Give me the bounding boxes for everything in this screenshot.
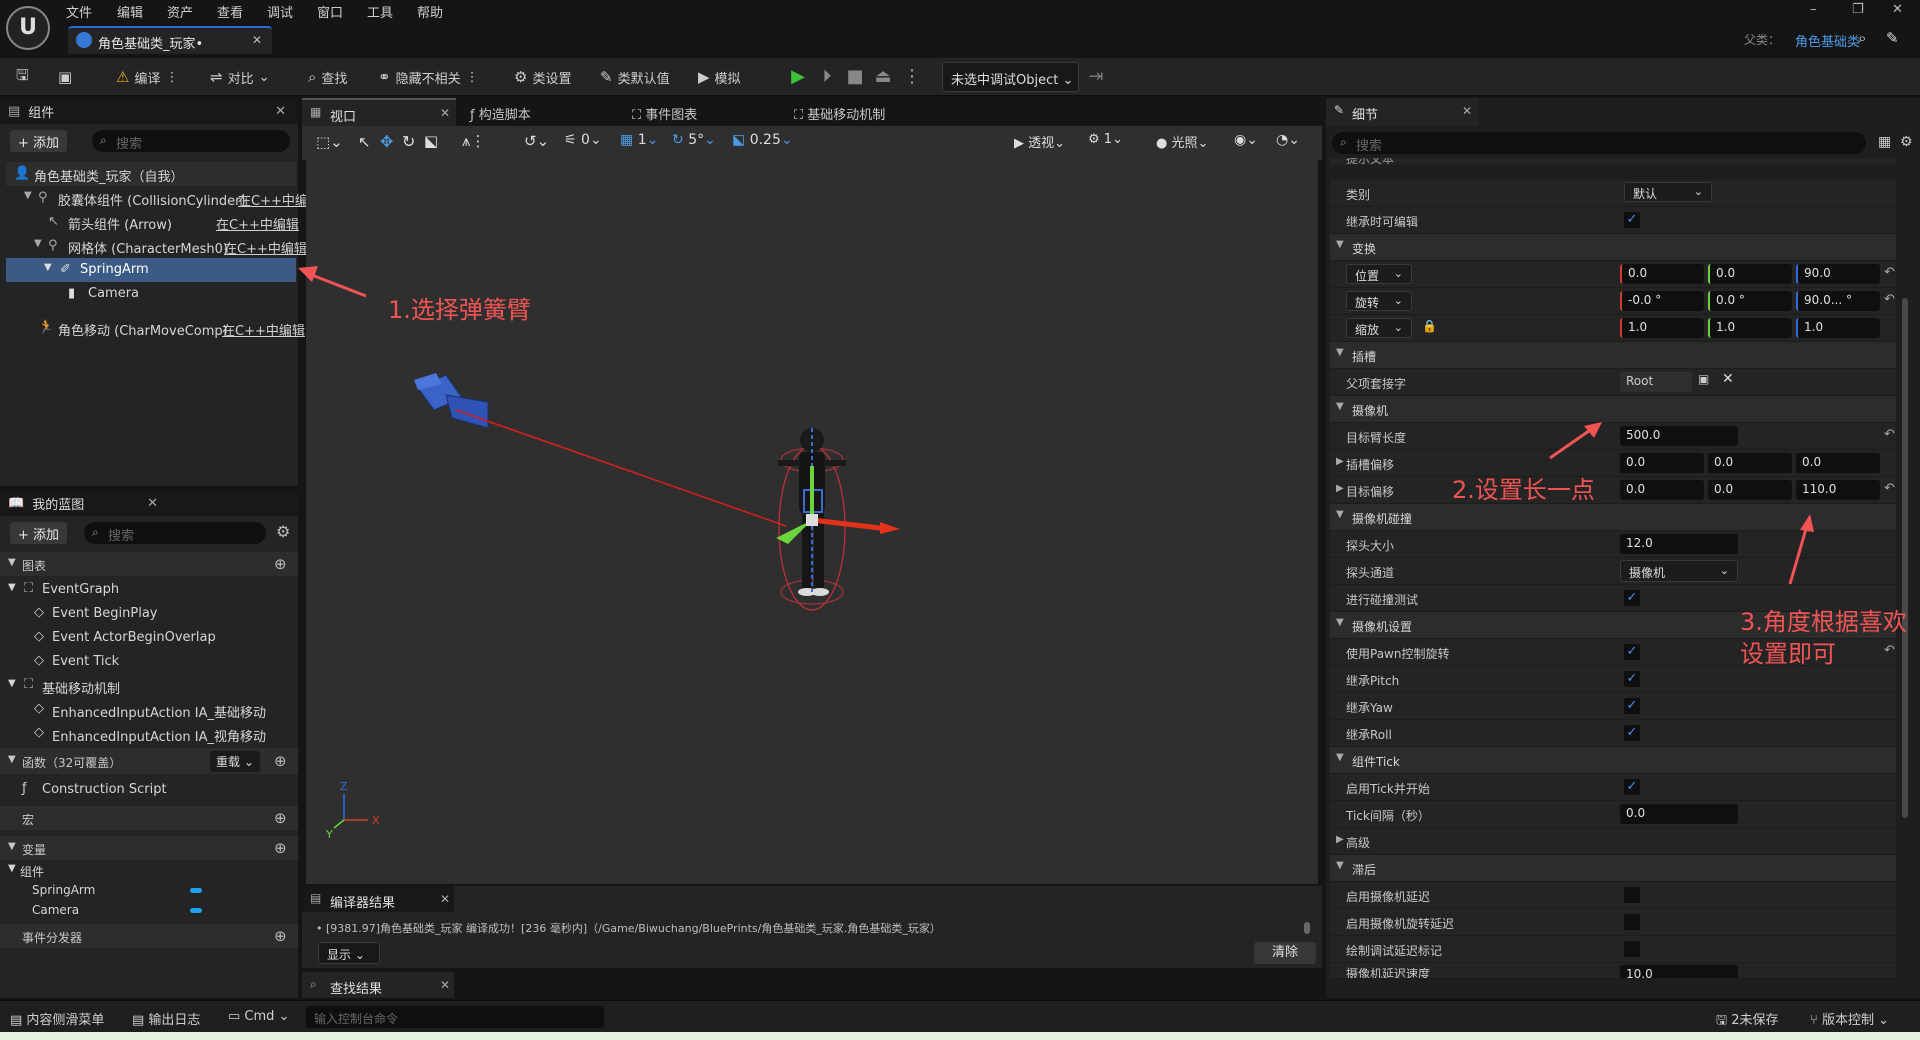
annotation-step-2: 2.设置长一点 [1452, 476, 1595, 504]
console-command-input[interactable]: 输入控制台命令 [306, 1006, 604, 1028]
unsaved-label: 2未保存 [1731, 1013, 1779, 1028]
annotation-step-3-line-1: 3.角度根据喜欢 [1740, 608, 1907, 636]
content-drawer-label: 内容侧滑菜单 [26, 1013, 105, 1028]
content-drawer-button[interactable]: ▤ 内容侧滑菜单 [10, 1009, 104, 1028]
output-log-label: 输出日志 [148, 1013, 201, 1028]
terminal-icon: ▭ [228, 1009, 245, 1024]
source-control-icon: ⑂ [1810, 1013, 1822, 1028]
annotation-arrow-1 [298, 266, 367, 298]
drawer-icon: ▤ [10, 1013, 27, 1028]
annotation-step-1: 1.选择弹簧臂 [388, 296, 531, 324]
bottom-strip [0, 1032, 1920, 1040]
source-control-button[interactable]: ⑂ 版本控制 ⌄ [1810, 1009, 1889, 1028]
annotation-arrow-3 [1788, 514, 1814, 585]
annotation-overlay [298, 266, 1814, 585]
cmd-dropdown[interactable]: ▭ Cmd ⌄ [228, 1009, 289, 1024]
annotation-arrow-2 [1549, 422, 1602, 460]
save-icon: 🖫 [1716, 1013, 1732, 1028]
status-bar: ▤ 内容侧滑菜单 ▤ 输出日志 ▭ Cmd ⌄ 输入控制台命令 🖫 2未保存 ⑂… [0, 1000, 1920, 1032]
cmd-label: Cmd ⌄ [244, 1009, 290, 1024]
output-log-button[interactable]: ▤ 输出日志 [132, 1009, 200, 1028]
annotation-step-3-line-2: 设置即可 [1740, 640, 1836, 668]
unsaved-button[interactable]: 🖫 2未保存 [1716, 1009, 1779, 1033]
source-control-label: 版本控制 ⌄ [1821, 1013, 1889, 1028]
log-icon: ▤ [132, 1013, 149, 1028]
